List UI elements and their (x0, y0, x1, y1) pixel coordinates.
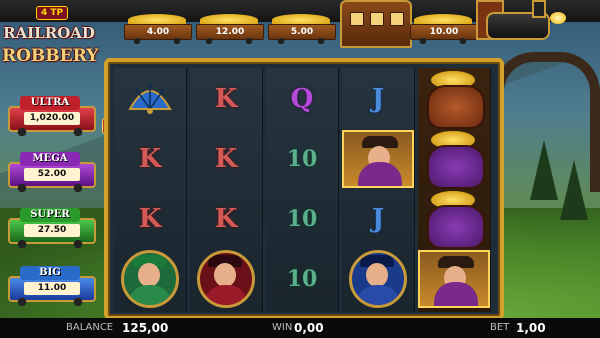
coach-window (350, 12, 364, 26)
headlamp-icon (550, 12, 566, 24)
jackpot-title: MEGA (20, 152, 80, 166)
jackpot-value: 52.00 (24, 168, 80, 181)
jackpot-wheels (16, 128, 84, 136)
balance-value: 125,00 (122, 321, 169, 335)
reel-cell (114, 70, 186, 128)
coat-shape (128, 285, 172, 305)
reel-cell (190, 250, 262, 308)
jackpot-ultra: 1,020.00 ULTRA (8, 96, 96, 138)
reel-cell (342, 250, 414, 308)
face-shape (138, 263, 160, 287)
reel-1: K K (114, 68, 187, 312)
reel-2: K K K (190, 68, 263, 312)
symbol-j: J (371, 204, 385, 234)
conductor-portrait-icon (349, 250, 407, 308)
win-value: 0,00 (294, 321, 324, 335)
reel-4: J J (342, 68, 415, 312)
reel-cell (114, 250, 186, 308)
reel-3: Q 10 10 10 (266, 68, 339, 312)
locomotive (476, 0, 568, 44)
bandana-shape (434, 282, 478, 306)
bet-value[interactable]: 1,00 (516, 318, 546, 338)
jackpot-title: SUPER (20, 208, 80, 222)
jackpot-mega: 52.00 MEGA (8, 152, 96, 194)
reel-cell (418, 250, 490, 308)
cart-wheels (132, 38, 182, 44)
bandana-shape (358, 162, 402, 186)
jackpot-wheels (16, 298, 84, 306)
face-shape (366, 263, 388, 287)
game-logo: 4 TP RAILROAD ROBBERY (2, 2, 99, 80)
coach-window (370, 12, 384, 26)
symbol-10: 10 (286, 206, 318, 232)
symbol-k: K (214, 204, 238, 234)
logo-line-2: ROBBERY (2, 46, 99, 66)
symbol-k: K (214, 84, 238, 114)
cart-wheels (418, 38, 468, 44)
jackpot-title: ULTRA (20, 96, 80, 110)
jackpot-wheels (16, 240, 84, 248)
gentleman-portrait-icon (197, 250, 255, 308)
jackpot-value: 11.00 (24, 282, 80, 295)
sack-shape (427, 205, 485, 249)
reel-cell (418, 130, 490, 189)
bandit-icon (342, 130, 414, 188)
reel-5 (418, 68, 491, 312)
cart-wheels (276, 38, 326, 44)
jackpot-value: 27.50 (24, 224, 80, 237)
reel-frame: K K K K K Q 10 10 10 J J (104, 58, 504, 320)
jackpot-big: 11.00 BIG (8, 266, 96, 308)
symbol-k: K (138, 204, 162, 234)
money-bag-icon (421, 71, 487, 129)
train-cart-2: 12.00 (196, 14, 264, 44)
face-shape (214, 263, 236, 287)
bottom-status-bar: BALANCE 125,00 WIN 0,00 BET 1,00 (0, 318, 600, 338)
reel-cell (418, 70, 490, 129)
jackpot-title: BIG (20, 266, 80, 280)
coat-shape (204, 285, 248, 305)
train-cart-1: 4.00 (124, 14, 192, 44)
symbol-k: K (138, 144, 162, 174)
symbol-q: Q (290, 84, 314, 114)
jackpot-value: 1,020.00 (24, 112, 80, 125)
symbol-k: K (214, 144, 238, 174)
train-cart-3: 5.00 (268, 14, 336, 44)
smokestack (532, 0, 546, 18)
lady-portrait-icon (121, 250, 179, 308)
reel-cell (418, 190, 490, 249)
symbol-j: J (371, 84, 385, 114)
jackpot-wheels (16, 184, 84, 192)
fan-icon (128, 83, 172, 114)
symbol-10: 10 (286, 266, 318, 292)
logo-badge: 4 TP (36, 6, 69, 20)
balance-label: BALANCE (66, 322, 114, 333)
cart-wheels (204, 38, 254, 44)
money-bag-icon (421, 191, 487, 249)
bridge-arch (494, 52, 600, 192)
coach-window (390, 12, 404, 26)
sack-shape (427, 85, 485, 129)
sack-shape (427, 145, 485, 189)
reel-cell (342, 130, 414, 188)
win-label: WIN (272, 322, 293, 333)
money-bag-icon (421, 131, 487, 189)
bandit-icon (418, 250, 490, 308)
symbol-10: 10 (286, 146, 318, 172)
coat-shape (356, 285, 400, 305)
jackpot-super: 27.50 SUPER (8, 208, 96, 250)
passenger-coach (340, 0, 412, 48)
logo-line-1: RAILROAD (3, 24, 95, 42)
train-cart-4: 10.00 (410, 14, 478, 44)
bet-label[interactable]: BET (490, 318, 509, 338)
